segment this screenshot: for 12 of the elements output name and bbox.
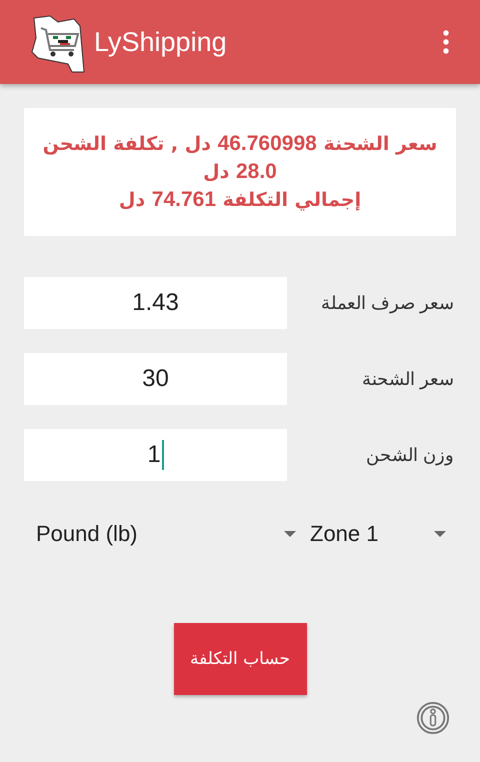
input-field[interactable]: 1.43 [24, 277, 287, 329]
dropdown[interactable]: Zone 1 [306, 511, 456, 557]
info-icon[interactable] [416, 701, 450, 735]
calculate-button[interactable]: حساب التكلفة [174, 623, 306, 695]
input-field[interactable]: 30 [24, 353, 287, 405]
input-field[interactable]: 1 [24, 429, 287, 481]
dropdown[interactable]: Pound (lb) [24, 511, 296, 557]
field-label: وزن الشحن [364, 444, 455, 466]
field-label: سعر صرف العملة [320, 292, 455, 314]
field-label: سعر الشحنة [360, 368, 455, 390]
more-options-icon[interactable] [442, 30, 450, 54]
app-title: LyShipping [94, 26, 228, 58]
